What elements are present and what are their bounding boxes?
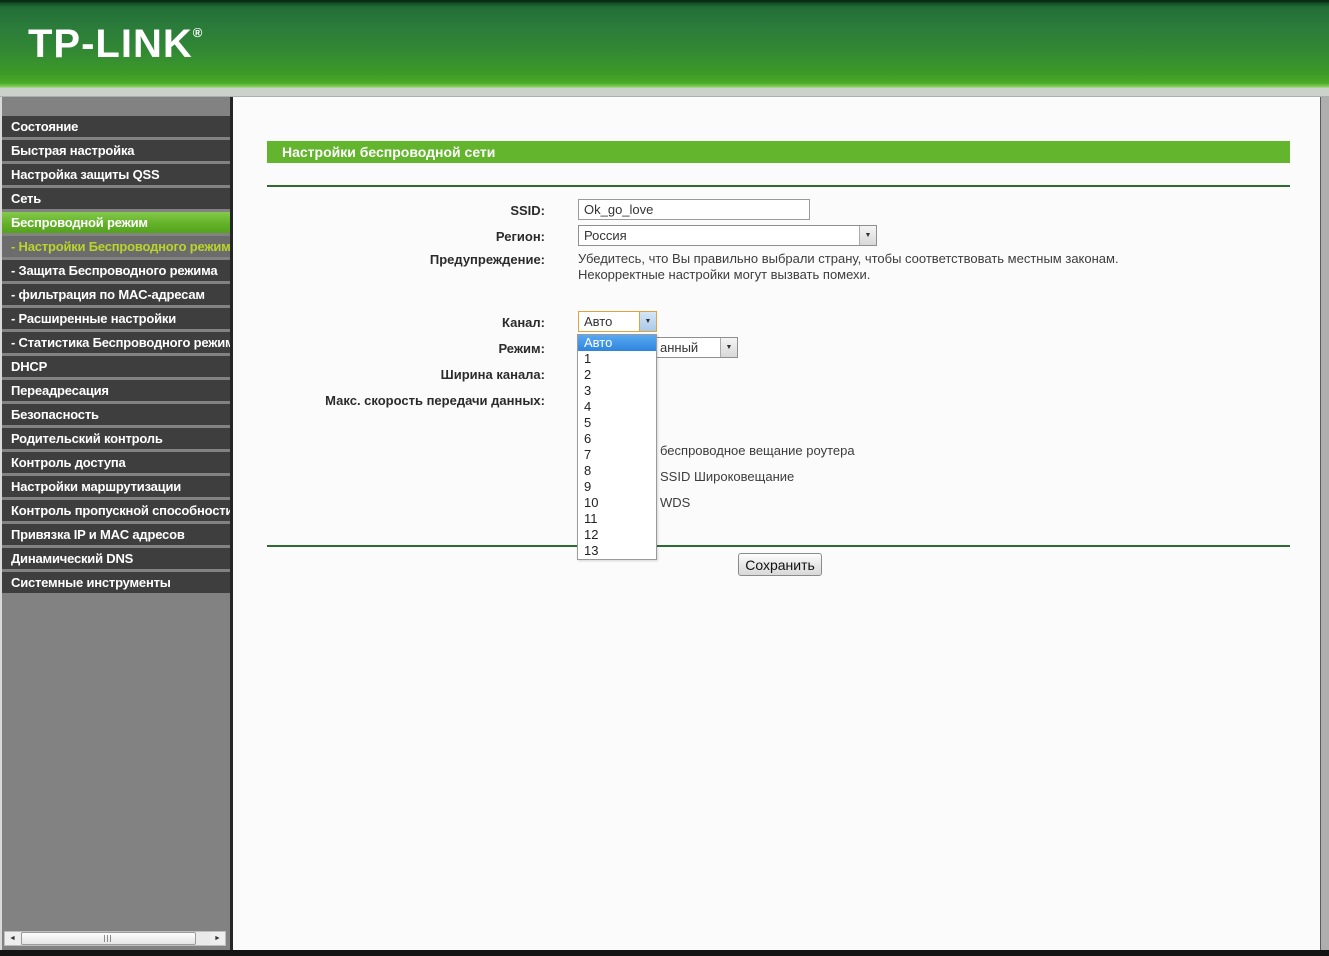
channel-dropdown-list: Авто 1 2 3 4 5 6 7 8 9 10 11 12 13: [577, 334, 657, 560]
channel-option[interactable]: 13: [578, 543, 656, 559]
scrollbar-grip-icon: [104, 935, 113, 942]
enable-wireless-broadcast-label: беспроводное вещание роутера: [660, 443, 855, 458]
channel-label: Канал:: [502, 315, 545, 330]
scroll-left-icon[interactable]: ◄: [5, 932, 20, 945]
chevron-down-icon[interactable]: ▼: [859, 226, 876, 245]
channel-option[interactable]: 5: [578, 415, 656, 431]
bottom-border: [0, 950, 1329, 956]
sidebar-item[interactable]: Беспроводной режим: [2, 212, 230, 233]
channel-option[interactable]: 7: [578, 447, 656, 463]
section-divider-bottom: [267, 545, 1290, 547]
sidebar-item[interactable]: Контроль доступа: [2, 452, 230, 473]
main-content: Настройки беспроводной сети SSID: Регион…: [233, 97, 1329, 950]
sidebar-item[interactable]: Переадресация: [2, 380, 230, 401]
warning-label: Предупреждение:: [429, 252, 545, 267]
sidebar-item[interactable]: Родительский контроль: [2, 428, 230, 449]
region-select-value: Россия: [584, 228, 627, 243]
ssid-label: SSID:: [510, 203, 545, 218]
mode-label: Режим:: [498, 341, 545, 356]
logo-text: TP-LINK: [28, 22, 193, 66]
warning-text-line2: Некорректные настройки могут вызвать пом…: [578, 267, 871, 282]
channel-option[interactable]: 10: [578, 495, 656, 511]
sidebar-nav: Состояние Быстрая настройка Настройка защи…: [0, 97, 230, 950]
sidebar-item[interactable]: - Защита Беспроводного режима: [2, 260, 230, 281]
chevron-down-icon[interactable]: ▼: [639, 312, 656, 331]
sidebar-item[interactable]: Быстрая настройка: [2, 140, 230, 161]
right-scrollbar[interactable]: [1320, 97, 1329, 950]
section-divider-top: [267, 185, 1290, 187]
router-admin-page: TP-LINK® Состояние Быстрая настройка Настр…: [0, 0, 1329, 956]
channel-width-label: Ширина канала:: [440, 367, 545, 382]
sidebar-item[interactable]: Системные инструменты: [2, 572, 230, 593]
sidebar-horizontal-scrollbar[interactable]: ◄ ►: [4, 931, 226, 946]
enable-ssid-broadcast-label: SSID Широковещание: [660, 469, 795, 484]
channel-option[interactable]: 3: [578, 383, 656, 399]
sidebar-item[interactable]: Настройки маршрутизации: [2, 476, 230, 497]
channel-select-value: Авто: [584, 314, 613, 329]
region-select[interactable]: Россия ▼: [578, 225, 877, 246]
sidebar-item[interactable]: - Расширенные настройки: [2, 308, 230, 329]
tplink-logo: TP-LINK®: [28, 22, 203, 67]
sidebar-item[interactable]: Динамический DNS: [2, 548, 230, 569]
channel-option[interactable]: 8: [578, 463, 656, 479]
enable-wds-label: WDS: [660, 495, 691, 510]
mode-select-value: анный: [660, 340, 699, 355]
channel-option[interactable]: 11: [578, 511, 656, 527]
channel-option[interactable]: 4: [578, 399, 656, 415]
channel-option[interactable]: 9: [578, 479, 656, 495]
save-button[interactable]: Сохранить: [738, 553, 822, 576]
sidebar-item[interactable]: Сеть: [2, 188, 230, 209]
header-divider: [0, 88, 1329, 97]
sidebar-item[interactable]: DHCP: [2, 356, 230, 377]
ssid-input[interactable]: [578, 199, 810, 220]
max-rate-label: Макс. скорость передачи данных:: [325, 393, 545, 408]
scroll-right-icon[interactable]: ►: [210, 932, 225, 945]
channel-select[interactable]: Авто ▼: [578, 311, 657, 332]
region-label: Регион:: [495, 229, 545, 244]
channel-option[interactable]: 1: [578, 351, 656, 367]
sidebar-item[interactable]: - фильтрация по MAC-адресам: [2, 284, 230, 305]
warning-text-line1: Убедитесь, что Вы правильно выбрали стра…: [578, 251, 1119, 266]
sidebar-item[interactable]: Привязка IP и MAC адресов: [2, 524, 230, 545]
sidebar-item[interactable]: Настройка защиты QSS: [2, 164, 230, 185]
sidebar-item[interactable]: Безопасность: [2, 404, 230, 425]
sidebar-item[interactable]: Контроль пропускной способности: [2, 500, 230, 521]
sidebar-item[interactable]: - Статистика Беспроводного режима: [2, 332, 230, 353]
channel-option[interactable]: Авто: [578, 335, 656, 351]
channel-option[interactable]: 2: [578, 367, 656, 383]
header-banner: TP-LINK®: [0, 0, 1329, 88]
sidebar-menu: Состояние Быстрая настройка Настройка защи…: [2, 116, 230, 593]
sidebar-item[interactable]: - Настройки Беспроводного режима: [2, 236, 230, 257]
registered-mark-icon: ®: [192, 25, 204, 40]
page-title: Настройки беспроводной сети: [267, 141, 1290, 163]
chevron-down-icon[interactable]: ▼: [720, 338, 737, 357]
channel-option[interactable]: 6: [578, 431, 656, 447]
channel-option[interactable]: 12: [578, 527, 656, 543]
scrollbar-track[interactable]: [20, 932, 210, 945]
scrollbar-thumb[interactable]: [21, 932, 196, 945]
sidebar-item[interactable]: Состояние: [2, 116, 230, 137]
